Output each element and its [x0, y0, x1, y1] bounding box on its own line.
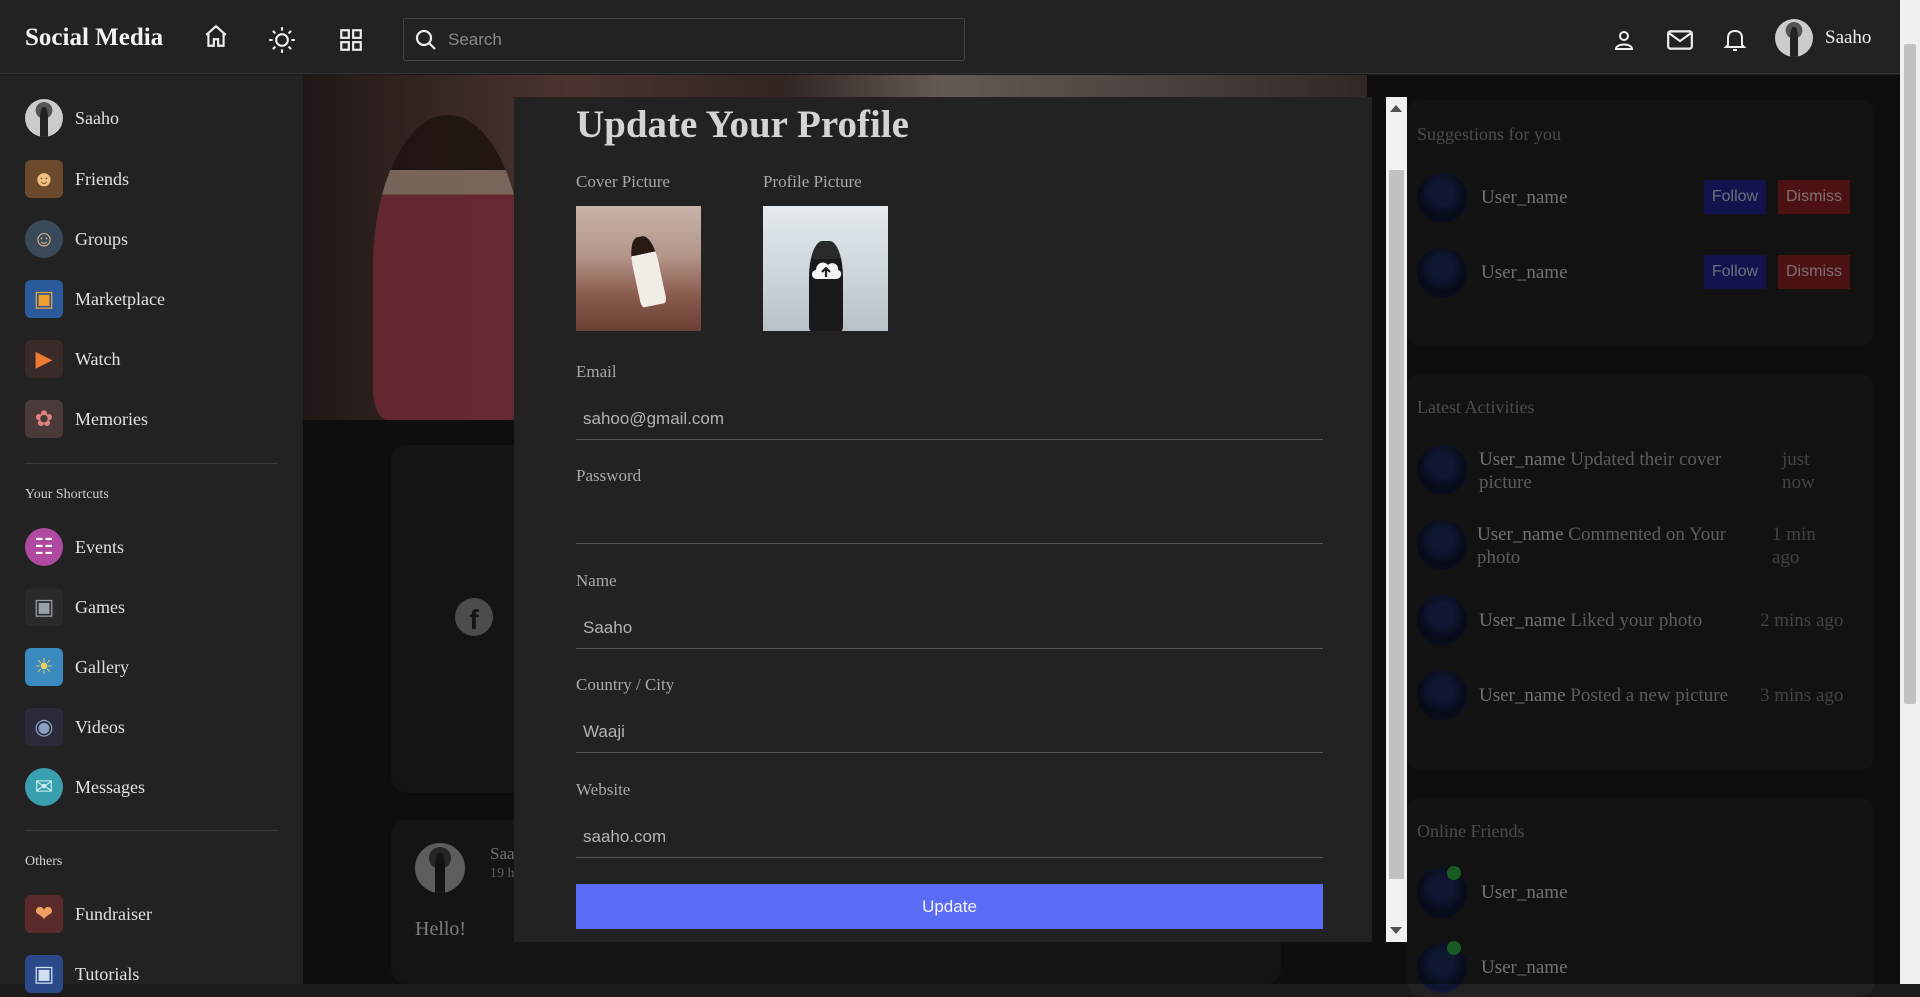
- avatar: [1775, 19, 1813, 57]
- scroll-down-arrow[interactable]: [1390, 927, 1402, 934]
- sidebar-item-watch[interactable]: ▶ Watch: [25, 340, 121, 378]
- modal-title: Update Your Profile: [576, 103, 909, 146]
- watch-icon: ▶: [25, 340, 63, 378]
- update-button[interactable]: Update: [576, 884, 1323, 929]
- profile-picture-label: Profile Picture: [763, 172, 862, 191]
- shortcuts-heading: Your Shortcuts: [25, 487, 109, 502]
- home-icon[interactable]: [200, 20, 232, 52]
- tutorials-icon: ▣: [25, 955, 63, 993]
- password-input[interactable]: [576, 502, 1323, 543]
- website-input[interactable]: [576, 816, 1323, 857]
- avatar: [25, 99, 63, 137]
- email-input[interactable]: [576, 398, 1323, 439]
- name-input[interactable]: [576, 607, 1323, 648]
- sidebar-item-groups[interactable]: ☺ Groups: [25, 220, 128, 258]
- sidebar-item-videos[interactable]: ◉ Videos: [25, 708, 125, 746]
- email-field[interactable]: [576, 398, 1323, 440]
- groups-icon: ☺: [25, 220, 63, 258]
- top-navbar: Social Media Saaho: [0, 0, 1900, 74]
- nav-user-menu[interactable]: Saaho: [1775, 19, 1871, 57]
- sidebar-item-label: Watch: [75, 348, 121, 369]
- sidebar-item-label: Marketplace: [75, 288, 165, 309]
- cover-picture-upload[interactable]: [576, 206, 701, 331]
- sidebar-divider: [25, 830, 278, 831]
- modal-scrollbar[interactable]: [1386, 97, 1407, 942]
- sidebar-item-label: Saaho: [75, 107, 119, 128]
- website-label: Website: [576, 780, 631, 799]
- sidebar-item-label: Groups: [75, 228, 128, 249]
- marketplace-icon: ▣: [25, 280, 63, 318]
- sidebar-item-label: Videos: [75, 716, 125, 737]
- name-field[interactable]: [576, 607, 1323, 649]
- sidebar-item-gallery[interactable]: ☀ Gallery: [25, 648, 129, 686]
- sidebar-item-games[interactable]: ▣ Games: [25, 588, 125, 626]
- password-label: Password: [576, 466, 642, 485]
- name-label: Name: [576, 571, 617, 590]
- sun-icon[interactable]: [266, 24, 298, 56]
- country-label: Country / City: [576, 675, 675, 694]
- mail-icon[interactable]: [1664, 24, 1696, 56]
- memories-icon: ✿: [25, 400, 63, 438]
- sidebar-item-memories[interactable]: ✿ Memories: [25, 400, 148, 438]
- sidebar-item-fundraiser[interactable]: ❤ Fundraiser: [25, 895, 152, 933]
- password-field[interactable]: [576, 502, 1323, 544]
- sidebar-item-label: Events: [75, 536, 124, 557]
- person-icon[interactable]: [1608, 24, 1640, 56]
- search-bar[interactable]: [403, 18, 965, 61]
- sidebar-divider: [25, 463, 278, 464]
- others-heading: Others: [25, 854, 63, 869]
- scrollbar-thumb[interactable]: [1389, 170, 1404, 879]
- page-scrollbar[interactable]: [1900, 0, 1920, 984]
- logo[interactable]: Social Media: [25, 24, 163, 52]
- scrollbar-thumb[interactable]: [1904, 44, 1916, 704]
- sidebar-item-label: Fundraiser: [75, 903, 152, 924]
- country-field[interactable]: [576, 711, 1323, 753]
- sidebar-item-label: Games: [75, 596, 125, 617]
- sidebar-item-label: Memories: [75, 408, 148, 429]
- sidebar-item-marketplace[interactable]: ▣ Marketplace: [25, 280, 165, 318]
- website-field[interactable]: [576, 816, 1323, 858]
- country-input[interactable]: [576, 711, 1323, 752]
- grid-icon[interactable]: [335, 24, 367, 56]
- cover-picture-label: Cover Picture: [576, 172, 670, 191]
- upload-icon[interactable]: [807, 255, 845, 285]
- nav-user-name: Saaho: [1825, 27, 1872, 48]
- search-icon: [415, 29, 436, 50]
- sidebar-item-events[interactable]: ☷ Events: [25, 528, 124, 566]
- sidebar-item-profile[interactable]: Saaho: [25, 99, 119, 137]
- messages-icon: ✉: [25, 768, 63, 806]
- events-icon: ☷: [25, 528, 63, 566]
- sidebar-item-label: Messages: [75, 776, 145, 797]
- friends-icon: ☻: [25, 160, 63, 198]
- scroll-up-arrow[interactable]: [1390, 105, 1402, 112]
- email-label: Email: [576, 362, 617, 381]
- search-input[interactable]: [448, 29, 928, 50]
- games-icon: ▣: [25, 588, 63, 626]
- sidebar-item-messages[interactable]: ✉ Messages: [25, 768, 145, 806]
- gallery-icon: ☀: [25, 648, 63, 686]
- sidebar-item-label: Gallery: [75, 656, 129, 677]
- sidebar-item-tutorials[interactable]: ▣ Tutorials: [25, 955, 139, 993]
- fundraiser-icon: ❤: [25, 895, 63, 933]
- sidebar-item-label: Friends: [75, 168, 129, 189]
- videos-icon: ◉: [25, 708, 63, 746]
- bell-icon[interactable]: [1719, 24, 1751, 56]
- sidebar-item-friends[interactable]: ☻ Friends: [25, 160, 129, 198]
- sidebar-item-label: Tutorials: [75, 963, 140, 984]
